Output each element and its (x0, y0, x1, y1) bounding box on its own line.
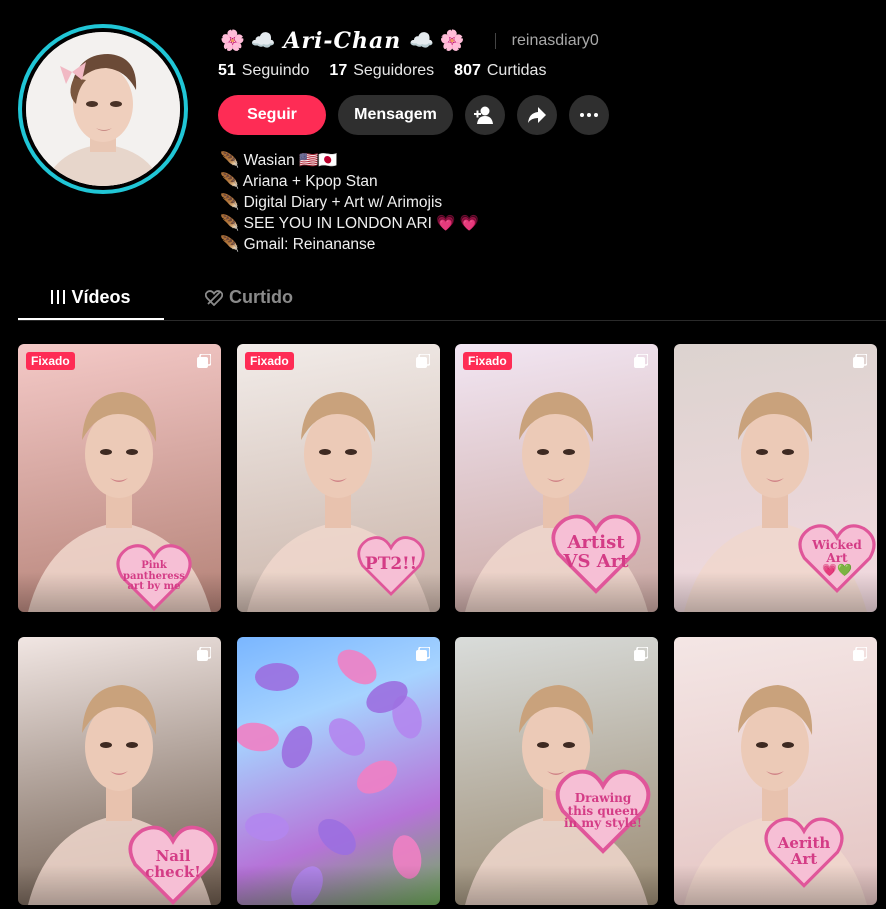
video-caption: Nail check! (128, 848, 218, 881)
video-card[interactable]: Fixado Artist VS Art (455, 344, 658, 612)
video-card[interactable]: Drawing this queen in my style! (455, 637, 658, 905)
multi-photo-icon (416, 647, 430, 661)
tab-liked[interactable]: Curtido (184, 276, 314, 320)
heart-caption: Drawing this queen in my style! (555, 767, 651, 855)
add-friend-button[interactable] (465, 95, 505, 135)
heart-caption: Nail check! (128, 823, 218, 905)
thumbnail-shade (455, 865, 658, 905)
multi-photo-icon (634, 354, 648, 368)
caption-line: Art (790, 849, 818, 868)
caption-line: art by me (127, 581, 181, 592)
tab-label: Curtido (229, 287, 293, 307)
multi-photo-icon (416, 354, 430, 368)
caption-line: 💗💚 (822, 563, 852, 578)
bio-line: 🪶 Gmail: Reinananse (220, 236, 376, 253)
video-card[interactable]: Aerith Art (674, 637, 877, 905)
video-card[interactable]: Nail check! (18, 637, 221, 905)
video-card[interactable]: Fixado Pink pantheress art by me (18, 344, 221, 612)
add-friend-icon (474, 106, 493, 124)
multi-photo-icon (197, 354, 211, 368)
profile-stats: 51 Seguindo 17 Seguidores 807 Curtidas (218, 62, 546, 80)
display-name-emoji-left: 🌸 ☁️ (220, 30, 276, 52)
bio-line: 🪶 Ariana + Kpop Stan (220, 173, 378, 190)
profile-tabs: Vídeos Curtido (18, 276, 886, 321)
thumbnail-shade (237, 865, 440, 905)
caption-line: Drawing (574, 791, 632, 805)
video-caption: Wicked Art 💗💚 (798, 539, 876, 577)
heart-caption: Wicked Art 💗💚 (798, 522, 876, 594)
caption-line: check! (145, 862, 201, 881)
stat-label: Seguindo (241, 62, 310, 79)
follow-button[interactable]: Seguir (218, 95, 326, 135)
caption-line: Wicked (812, 538, 862, 552)
profile-bio: 🪶 Wasian 🇺🇸🇯🇵 🪶 Ariana + Kpop Stan 🪶 Dig… (220, 150, 479, 255)
stat-likes: 807 Curtidas (454, 62, 546, 80)
heart-caption: Artist VS Art (551, 512, 641, 595)
avatar-photo (26, 32, 180, 186)
more-icon (580, 113, 598, 117)
caption-line: Pink (141, 560, 167, 571)
multi-photo-icon (853, 354, 867, 368)
bio-line: 🪶 Digital Diary + Art w/ Arimojis (220, 194, 443, 211)
divider (494, 33, 496, 49)
video-caption: Aerith Art (764, 835, 844, 868)
message-button[interactable]: Mensagem (338, 95, 453, 135)
caption-line: in my style! (563, 816, 643, 831)
video-caption: Artist VS Art (551, 533, 641, 572)
more-options-button[interactable] (569, 95, 609, 135)
profile-actions: Seguir Mensagem (218, 95, 609, 135)
video-card[interactable] (237, 637, 440, 905)
video-card[interactable]: Wicked Art 💗💚 (674, 344, 877, 612)
display-name-emoji-right: ☁️ 🌸 (409, 30, 465, 52)
multi-photo-icon (853, 647, 867, 661)
heart-caption: Aerith Art (764, 815, 844, 889)
stat-value: 51 (218, 62, 236, 79)
pinned-badge: Fixado (245, 352, 294, 370)
stat-value: 17 (329, 62, 348, 79)
video-card[interactable]: Fixado PT2!! (237, 344, 440, 612)
video-caption: Drawing this queen in my style! (555, 792, 651, 830)
stat-following[interactable]: 51 Seguindo (218, 62, 309, 80)
bio-line: 🪶 SEE YOU IN LONDON ARI 💗 💗 (220, 215, 480, 232)
grid-icon (51, 290, 66, 304)
pinned-badge: Fixado (26, 352, 75, 370)
multi-photo-icon (634, 647, 648, 661)
stat-label: Curtidas (486, 62, 547, 79)
caption-line: VS Art (563, 550, 629, 572)
video-caption: Pink pantheress art by me (116, 560, 192, 593)
profile-name-row: 🌸 ☁️ Ari-Chan ☁️ 🌸 reinasdiary0 (220, 26, 599, 56)
share-icon (528, 107, 546, 123)
display-name: Ari-Chan (283, 28, 402, 54)
heart-caption: PT2!! (357, 534, 425, 597)
stat-label: Seguidores (353, 62, 435, 79)
heart-icon (205, 290, 223, 306)
avatar-border (22, 28, 184, 190)
tab-label: Vídeos (71, 287, 131, 307)
bio-line: 🪶 Wasian 🇺🇸🇯🇵 (220, 152, 338, 169)
username: reinasdiary0 (511, 32, 599, 49)
avatar[interactable] (18, 24, 188, 194)
multi-photo-icon (197, 647, 211, 661)
pinned-badge: Fixado (463, 352, 512, 370)
caption-line: PT2!! (364, 554, 418, 574)
video-caption: PT2!! (357, 554, 425, 574)
share-button[interactable] (517, 95, 557, 135)
tab-videos[interactable]: Vídeos (18, 276, 164, 320)
stat-value: 807 (454, 62, 481, 79)
stat-followers[interactable]: 17 Seguidores (329, 62, 434, 80)
heart-caption: Pink pantheress art by me (116, 542, 192, 612)
avatar-illustration (26, 32, 180, 186)
